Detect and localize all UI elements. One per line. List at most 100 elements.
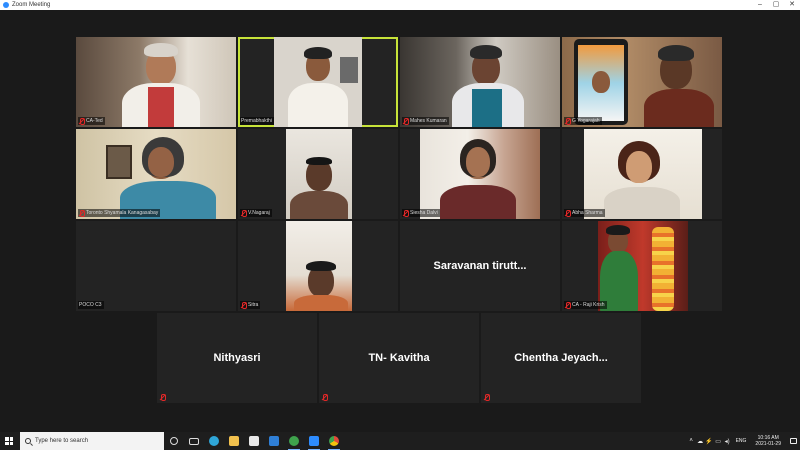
participant-name: CA-Ted: [86, 118, 103, 124]
participant-tile[interactable]: CA - Raji Krish: [562, 221, 722, 311]
mic-muted-icon: [241, 302, 247, 309]
mic-muted-icon: [160, 394, 166, 401]
network-icon[interactable]: ▭: [714, 438, 723, 445]
mic-muted-icon: [565, 302, 571, 309]
minimize-button[interactable]: –: [752, 0, 768, 10]
edge-icon[interactable]: [204, 432, 224, 450]
participant-tile[interactable]: G Yogarajah: [562, 37, 722, 127]
chevron-up-icon[interactable]: ˄: [687, 438, 696, 444]
participant-namebar: G Yogarajah: [564, 117, 602, 125]
task-view-icon[interactable]: [184, 432, 204, 450]
taskbar-search-box[interactable]: Type here to search: [20, 432, 164, 450]
participant-tile[interactable]: Sitra: [238, 221, 398, 311]
gallery-view: CA-Ted Premabhakthi Mahes Kumaran G Yoga…: [0, 10, 800, 432]
cloud-icon[interactable]: ☁: [696, 438, 705, 445]
window-controls: – ▢ ✕: [752, 0, 800, 10]
participant-tile[interactable]: Nithyasri: [157, 313, 317, 403]
mic-muted-icon: [403, 118, 409, 125]
participant-namebar: CA-Ted: [78, 117, 105, 125]
cortana-icon[interactable]: [164, 432, 184, 450]
participant-tile[interactable]: Toronto Shyamala Kanagasabay: [76, 129, 236, 219]
participant-namebar: Siesha Dalvi: [402, 209, 440, 217]
participant-name: CA - Raji Krish: [572, 302, 605, 308]
participant-tile[interactable]: Abha Sharma: [562, 129, 722, 219]
participant-video: [274, 37, 362, 127]
store-icon[interactable]: [244, 432, 264, 450]
system-tray: ˄ ☁ ⚡ ▭ ◂) ENG 10:16 AM 2021-01-29: [687, 432, 800, 450]
participant-tile-active-speaker[interactable]: Premabhakthi: [238, 37, 398, 127]
participant-name: Siesha Dalvi: [410, 210, 438, 216]
mic-muted-icon: [565, 118, 571, 125]
participant-name: POCO C3: [79, 302, 102, 308]
participant-namebar: [483, 393, 493, 401]
participant-tile[interactable]: Chentha Jeyach...: [481, 313, 641, 403]
notifications-button[interactable]: [786, 432, 800, 450]
maximize-button[interactable]: ▢: [768, 0, 784, 10]
window-titlebar: Zoom Meeting – ▢ ✕: [0, 0, 800, 10]
participant-name: Nithyasri: [213, 352, 261, 364]
participant-namebar: Abha Sharma: [564, 209, 605, 217]
start-button[interactable]: [0, 432, 18, 450]
participant-namebar: V.Nagaraj: [240, 209, 272, 217]
participant-video: [400, 37, 560, 127]
participant-video: [584, 129, 702, 219]
mic-muted-icon: [79, 210, 85, 217]
participant-namebar: Premabhakthi: [240, 117, 274, 125]
mic-muted-icon: [322, 394, 328, 401]
participant-video: [286, 129, 352, 219]
participant-video: [598, 221, 688, 311]
participant-name: Premabhakthi: [241, 118, 272, 124]
participant-namebar: Sitra: [240, 301, 261, 309]
clock-date: 2021-01-29: [755, 441, 781, 447]
mic-muted-icon: [241, 210, 247, 217]
language-indicator[interactable]: ENG: [736, 438, 747, 444]
participant-name: Abha Sharma: [572, 210, 603, 216]
participant-name: V.Nagaraj: [248, 210, 270, 216]
participant-name: Sitra: [248, 302, 259, 308]
battery-icon[interactable]: ⚡: [705, 438, 714, 445]
volume-icon[interactable]: ◂): [723, 438, 732, 445]
participant-namebar: Mahes Kumaran: [402, 117, 449, 125]
participant-video: [562, 37, 722, 127]
mic-muted-icon: [484, 394, 490, 401]
chrome-green-icon[interactable]: [284, 432, 304, 450]
mic-muted-icon: [79, 118, 85, 125]
taskbar-clock[interactable]: 10:16 AM 2021-01-29: [755, 435, 781, 447]
participant-tile[interactable]: Saravanan tirutt...: [400, 221, 560, 311]
participant-video: [420, 129, 540, 219]
participant-tile[interactable]: Mahes Kumaran: [400, 37, 560, 127]
chrome-icon[interactable]: [324, 432, 344, 450]
participant-video: [76, 129, 236, 219]
participant-name: TN- Kavitha: [368, 352, 430, 364]
participant-name: G Yogarajah: [572, 118, 600, 124]
participant-namebar: POCO C3: [78, 301, 104, 309]
participant-namebar: [321, 393, 331, 401]
notification-icon: [789, 438, 797, 444]
zoom-app-icon: [3, 2, 9, 8]
participant-name: Toronto Shyamala Kanagasabay: [86, 210, 159, 216]
file-explorer-icon[interactable]: [224, 432, 244, 450]
zoom-icon[interactable]: [304, 432, 324, 450]
windows-logo-icon: [5, 437, 13, 445]
participant-namebar: Toronto Shyamala Kanagasabay: [78, 209, 161, 217]
search-icon: [25, 438, 31, 444]
participant-video: [76, 37, 236, 127]
participant-name: Chentha Jeyach...: [514, 352, 608, 364]
participant-tile[interactable]: CA-Ted: [76, 37, 236, 127]
participant-tile[interactable]: TN- Kavitha: [319, 313, 479, 403]
windows-taskbar: Type here to search ˄ ☁ ⚡ ▭ ◂) ENG 10:16…: [0, 432, 800, 450]
participant-tile[interactable]: V.Nagaraj: [238, 129, 398, 219]
close-button[interactable]: ✕: [784, 0, 800, 10]
mic-muted-icon: [565, 210, 571, 217]
participant-name: Saravanan tirutt...: [433, 260, 527, 272]
participant-name: Mahes Kumaran: [410, 118, 447, 124]
participant-tile[interactable]: POCO C3: [76, 221, 236, 311]
participant-namebar: CA - Raji Krish: [564, 301, 607, 309]
mail-icon[interactable]: [264, 432, 284, 450]
search-placeholder: Type here to search: [35, 438, 89, 444]
participant-namebar: [159, 393, 169, 401]
participant-video: [286, 221, 352, 311]
window-title: Zoom Meeting: [12, 2, 51, 8]
participant-tile[interactable]: Siesha Dalvi: [400, 129, 560, 219]
mic-muted-icon: [403, 210, 409, 217]
